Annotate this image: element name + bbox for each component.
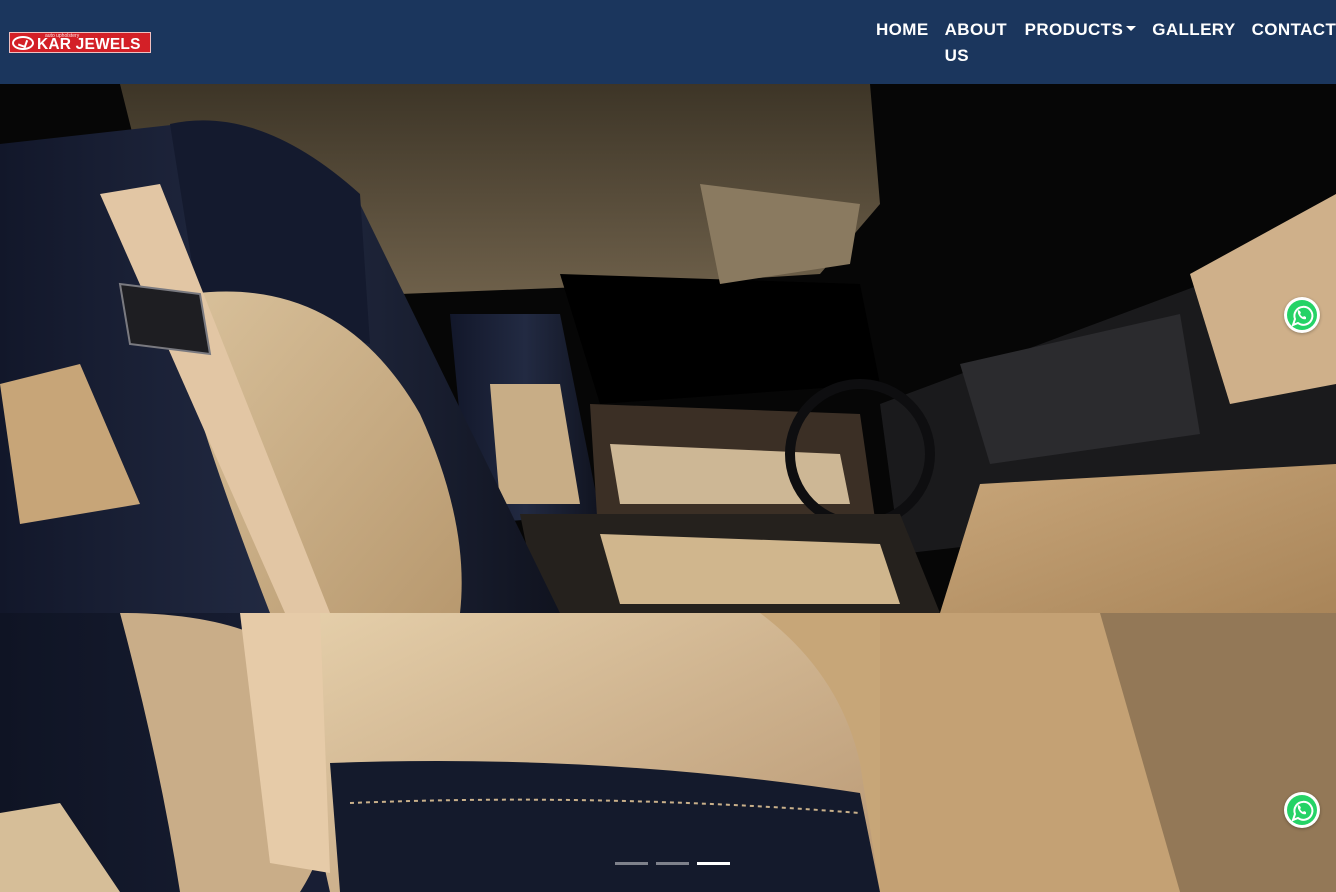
carousel-indicator-3[interactable] bbox=[697, 862, 730, 865]
nav-home[interactable]: HOME bbox=[868, 17, 937, 43]
whatsapp-icon bbox=[1287, 300, 1317, 330]
main-nav: HOME ABOUT US PRODUCTS GALLERY CONTACT bbox=[868, 17, 1336, 69]
hero-image-seat-closeup bbox=[0, 613, 1336, 892]
nav-products-label: PRODUCTS bbox=[1024, 20, 1124, 39]
nav-contact[interactable]: CONTACT bbox=[1244, 17, 1336, 43]
carousel-indicators bbox=[615, 862, 730, 865]
hero-carousel bbox=[0, 84, 1336, 892]
nav-gallery[interactable]: GALLERY bbox=[1144, 17, 1243, 43]
whatsapp-button[interactable] bbox=[1284, 792, 1320, 828]
hero-image-interior bbox=[0, 84, 1336, 613]
nav-products[interactable]: PRODUCTS bbox=[1017, 17, 1145, 43]
brand-logo[interactable]: auto upholstery KAR JEWELS bbox=[9, 32, 151, 53]
nav-about-us[interactable]: ABOUT US bbox=[937, 17, 1017, 69]
whatsapp-button[interactable] bbox=[1284, 297, 1320, 333]
navbar: auto upholstery KAR JEWELS HOME ABOUT US… bbox=[0, 0, 1336, 84]
carousel-indicator-1[interactable] bbox=[615, 862, 648, 865]
carousel-indicator-2[interactable] bbox=[656, 862, 689, 865]
whatsapp-icon bbox=[1287, 795, 1317, 825]
logo-emblem-icon bbox=[12, 35, 34, 50]
logo-text: KAR JEWELS bbox=[37, 36, 141, 53]
dropdown-caret-icon bbox=[1126, 26, 1137, 31]
